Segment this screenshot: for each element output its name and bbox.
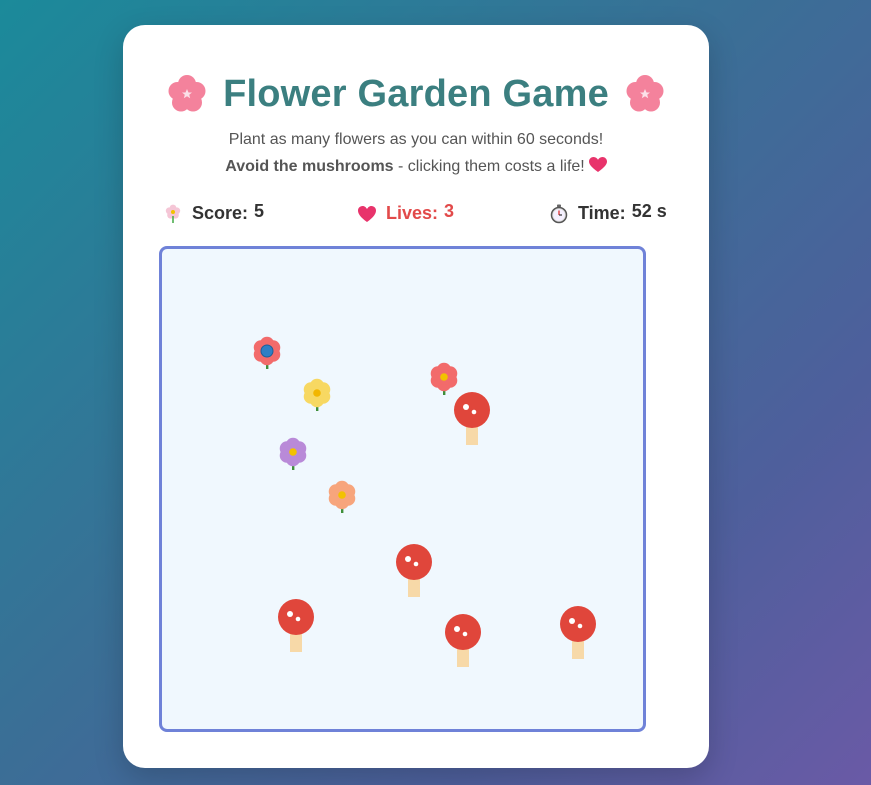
heart-icon xyxy=(588,157,607,172)
mushroom-icon[interactable] xyxy=(276,599,316,655)
instructions-warning-rest: - clicking them costs a life! xyxy=(393,158,585,175)
instructions: Plant as many flowers as you can within … xyxy=(123,126,709,180)
score-label: Score: xyxy=(192,203,249,223)
time-value: 52 s xyxy=(631,201,667,221)
flower-icon[interactable] xyxy=(300,377,334,417)
time-stat: Time: 52 s xyxy=(549,201,667,224)
lives-value: 3 xyxy=(444,201,455,221)
lives-stat: Lives: 3 xyxy=(357,201,455,224)
mushroom-icon[interactable] xyxy=(558,606,598,662)
score-stat: Score: 5 xyxy=(163,201,265,224)
garden-field[interactable] xyxy=(159,246,646,732)
lives-label: Lives: xyxy=(386,203,439,223)
time-label: Time: xyxy=(578,203,626,223)
stats-bar: Score: 5 Lives: 3 Time: 52 s xyxy=(123,201,709,229)
flower-icon xyxy=(165,204,181,223)
cherry-blossom-icon xyxy=(168,75,206,112)
mushroom-icon[interactable] xyxy=(394,544,434,600)
cherry-blossom-icon xyxy=(626,75,664,112)
flower-icon[interactable] xyxy=(276,436,310,476)
instructions-line-2: Avoid the mushrooms - clicking them cost… xyxy=(123,153,709,180)
heart-icon xyxy=(358,205,376,222)
score-value: 5 xyxy=(254,201,265,221)
instructions-warning: Avoid the mushrooms xyxy=(225,158,394,175)
mushroom-icon[interactable] xyxy=(452,392,492,448)
game-card: Flower Garden Game Plant as many flowers… xyxy=(123,25,709,768)
flower-icon[interactable] xyxy=(250,335,284,375)
instructions-line-1: Plant as many flowers as you can within … xyxy=(228,131,604,148)
title-row: Flower Garden Game xyxy=(123,69,709,119)
mushroom-icon[interactable] xyxy=(443,614,483,670)
flower-icon[interactable] xyxy=(325,479,359,519)
game-title: Flower Garden Game xyxy=(223,72,609,115)
stopwatch-icon xyxy=(550,204,568,223)
